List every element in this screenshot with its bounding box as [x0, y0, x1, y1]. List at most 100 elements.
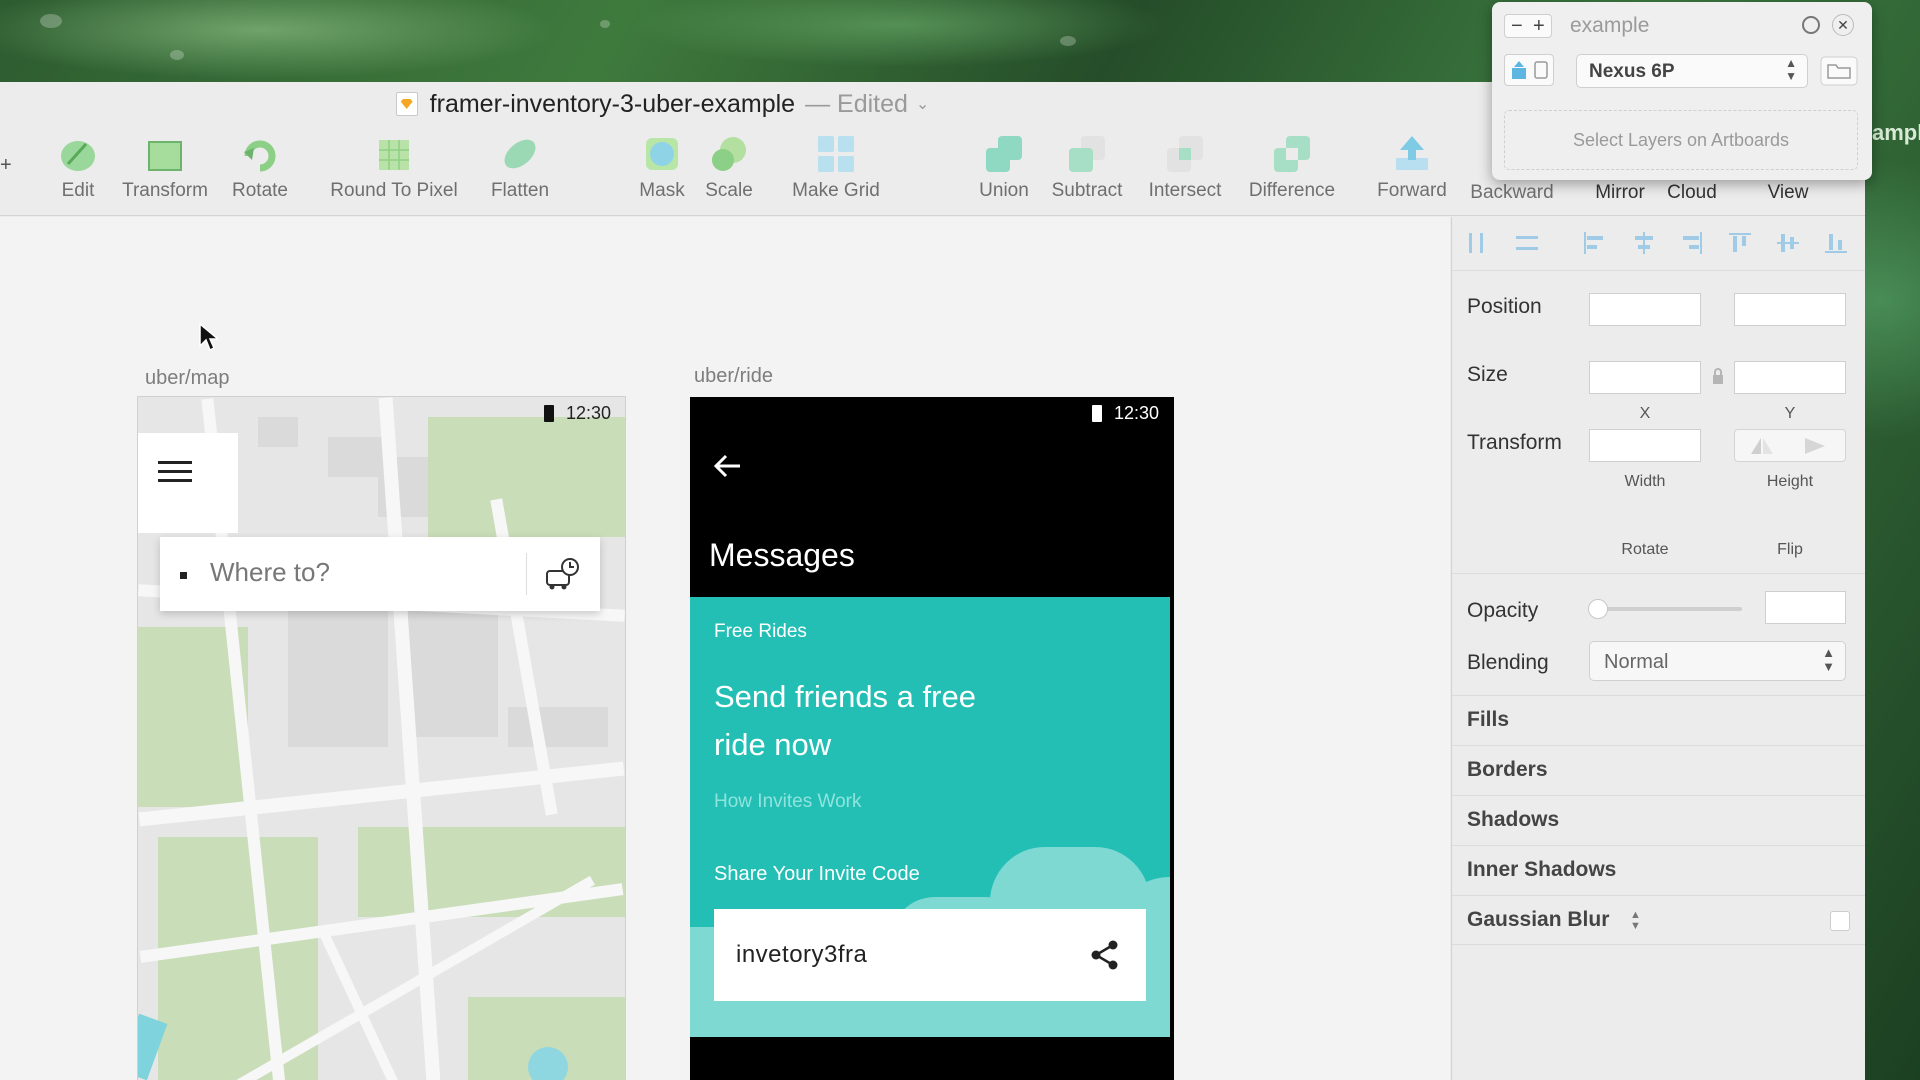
share-icon[interactable]	[1090, 939, 1120, 971]
close-icon[interactable]: ✕	[1832, 14, 1854, 36]
opacity-field[interactable]	[1765, 591, 1846, 624]
tool-label: Backward	[1470, 182, 1554, 203]
align-center-icon[interactable]	[1632, 231, 1656, 255]
invite-code-field[interactable]: invetory3fra	[714, 909, 1146, 1001]
transform-button[interactable]: Transform	[116, 134, 214, 202]
position-x-field[interactable]	[1589, 293, 1701, 326]
mirror-button[interactable]: Mirror	[1590, 182, 1650, 204]
align-bottom-icon[interactable]	[1824, 231, 1848, 255]
tool-label: Cloud	[1667, 182, 1717, 203]
size-label: Size	[1467, 363, 1508, 386]
cloud-button[interactable]: Cloud	[1664, 182, 1720, 204]
subtract-button[interactable]: Subtract	[1046, 134, 1128, 202]
artboard-label-map[interactable]: uber/map	[145, 367, 230, 390]
forward-button[interactable]: Forward	[1373, 134, 1451, 202]
artboard-uber-ride[interactable]: 12:30 Messages Free Rides Send friends a…	[690, 397, 1174, 1080]
section-title: Shadows	[1467, 808, 1560, 831]
edit-icon	[58, 134, 98, 174]
align-right-icon[interactable]	[1680, 231, 1704, 255]
gaussian-blur-section[interactable]: Gaussian Blur ▲ ▼	[1452, 895, 1865, 945]
mirror-window-edge-text: ampl	[1872, 120, 1920, 145]
gaussian-blur-checkbox[interactable]	[1830, 911, 1850, 931]
distribute-vertical-icon[interactable]	[1514, 231, 1540, 255]
scheduled-ride-icon[interactable]	[544, 557, 580, 593]
device-toggle-buttons	[1504, 54, 1554, 86]
difference-button[interactable]: Difference	[1242, 134, 1342, 202]
circle-icon[interactable]	[1802, 16, 1820, 34]
how-invites-work-link[interactable]: How Invites Work	[714, 791, 861, 813]
toolbar-left-plus-icon[interactable]: +	[0, 154, 12, 177]
height-field[interactable]	[1734, 361, 1846, 394]
zoom-out-icon[interactable]: −	[1511, 15, 1523, 38]
lock-icon[interactable]	[1711, 367, 1725, 385]
status-time: 12:30	[1114, 403, 1160, 423]
distribute-horizontal-icon[interactable]	[1466, 231, 1490, 255]
rotate-icon	[240, 134, 280, 174]
zoom-buttons: − +	[1504, 14, 1552, 38]
make-grid-button[interactable]: Make Grid	[788, 134, 884, 202]
rotate-button[interactable]: Rotate	[228, 134, 292, 202]
invite-code: invetory3fra	[736, 941, 868, 968]
rotate-field[interactable]	[1589, 429, 1701, 462]
artboard-label-ride[interactable]: uber/ride	[694, 365, 773, 388]
align-left-icon[interactable]	[1582, 231, 1606, 255]
device-select[interactable]: Nexus 6P ▲ ▼	[1576, 54, 1808, 88]
menu-button[interactable]	[138, 433, 238, 533]
where-to-search-bar[interactable]: Where to?	[160, 537, 600, 611]
tool-label: Transform	[122, 180, 208, 201]
union-button[interactable]: Union	[975, 134, 1033, 202]
chevron-down-icon[interactable]: ⌄	[916, 94, 929, 114]
tool-label: Flatten	[490, 180, 550, 201]
device-icon[interactable]	[1532, 60, 1550, 80]
blending-label: Blending	[1467, 651, 1549, 674]
opacity-slider-handle[interactable]	[1588, 599, 1608, 619]
sketch-window: framer-inventory-3-uber-example — Edited…	[0, 82, 1865, 1080]
flatten-button[interactable]: Flatten	[484, 134, 556, 202]
updown-chevron-icon[interactable]: ▲ ▼	[1630, 910, 1641, 932]
align-middle-icon[interactable]	[1776, 231, 1800, 255]
position-y-field[interactable]	[1734, 293, 1846, 326]
inner-shadows-section[interactable]: Inner Shadows	[1452, 845, 1865, 895]
zoom-in-icon[interactable]: +	[1533, 15, 1545, 38]
flip-label: Flip	[1777, 541, 1803, 558]
tool-label: Round To Pixel	[330, 180, 458, 201]
flip-horizontal-icon[interactable]	[1749, 436, 1775, 456]
scale-button[interactable]: Scale	[702, 134, 756, 202]
borders-section[interactable]: Borders	[1452, 745, 1865, 795]
view-button[interactable]: View	[1764, 182, 1812, 204]
opacity-slider[interactable]	[1588, 599, 1742, 619]
upload-icon[interactable]	[1510, 60, 1528, 80]
rotate-label: Rotate	[1621, 541, 1669, 558]
intersect-icon	[1165, 134, 1205, 174]
forward-icon	[1392, 134, 1432, 174]
tool-label: Rotate	[232, 180, 288, 201]
section-title: Fills	[1467, 708, 1510, 731]
artboard-drop-zone[interactable]: Select Layers on Artboards	[1504, 110, 1858, 170]
tool-label: Union	[979, 180, 1029, 201]
x-label: X	[1639, 405, 1651, 422]
battery-icon	[544, 405, 554, 422]
height-label: Height	[1766, 473, 1814, 490]
edit-button[interactable]: Edit	[55, 134, 101, 202]
round-to-pixel-button[interactable]: Round To Pixel	[324, 134, 464, 202]
artboard-uber-map[interactable]: 12:30 Where to?	[138, 397, 625, 1080]
shadows-section[interactable]: Shadows	[1452, 795, 1865, 845]
flip-vertical-icon[interactable]	[1803, 436, 1829, 456]
intersect-button[interactable]: Intersect	[1142, 134, 1228, 202]
flatten-icon	[500, 134, 540, 174]
mask-button[interactable]: Mask	[636, 134, 688, 202]
inspector-panel: Position X Y Size Width Height Transform…	[1451, 217, 1865, 1080]
position-label: Position	[1467, 295, 1542, 318]
battery-icon	[1092, 405, 1102, 422]
tool-label: Edit	[61, 180, 95, 201]
width-field[interactable]	[1589, 361, 1701, 394]
align-top-icon[interactable]	[1728, 231, 1752, 255]
updown-chevron-icon: ▲ ▼	[1822, 645, 1835, 674]
scale-icon	[709, 134, 749, 174]
blending-select[interactable]: Normal ▲ ▼	[1589, 641, 1846, 681]
folder-icon[interactable]	[1820, 56, 1858, 86]
backward-button[interactable]: Backward	[1466, 182, 1558, 204]
canvas[interactable]: uber/map uber/ride 12:30 Where to? 12:30…	[0, 217, 1450, 1080]
back-arrow-icon[interactable]	[712, 453, 742, 479]
fills-section[interactable]: Fills	[1452, 695, 1865, 745]
